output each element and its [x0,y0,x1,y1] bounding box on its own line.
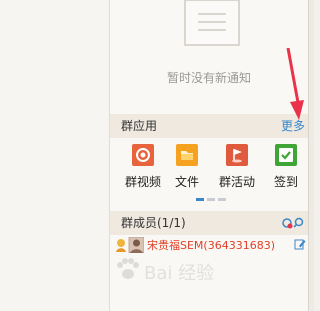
app-label: 文件 [174,175,199,189]
app-label: 群视频 [124,175,161,189]
red-pointer-arrow-icon [286,48,304,120]
search-icon[interactable] [293,217,304,228]
app-check-in[interactable]: 签到 [262,144,310,190]
paw-icon [117,258,139,279]
pager-dot[interactable] [218,198,226,201]
pager-dot-active[interactable] [196,198,204,201]
group-members-title: 群成员(1/1) [121,216,186,230]
app-files[interactable]: 文件 [163,144,211,190]
left-column [0,0,109,311]
flag-icon [226,144,248,166]
folder-icon [176,144,198,166]
edit-icon[interactable] [294,238,306,250]
watermark-text: Bai 经验 [144,263,215,284]
app-group-video[interactable]: 群视频 [119,144,167,190]
video-call-icon [132,144,154,166]
group-apps-title: 群应用 [121,119,158,133]
baidu-watermark: Bai 经验 [114,250,264,290]
app-label: 签到 [273,175,298,189]
document-icon [184,0,240,46]
checkbox-icon [275,144,297,166]
member-header-tools [278,211,308,235]
member-tools-icons [282,217,304,229]
window-right-edge [308,0,314,311]
pager-dot[interactable] [207,198,215,201]
invite-member-icon[interactable] [282,218,293,229]
app-label: 群活动 [218,175,255,189]
group-members-header: 群成员(1/1) [110,211,308,235]
app-group-activity[interactable]: 群活动 [213,144,261,190]
